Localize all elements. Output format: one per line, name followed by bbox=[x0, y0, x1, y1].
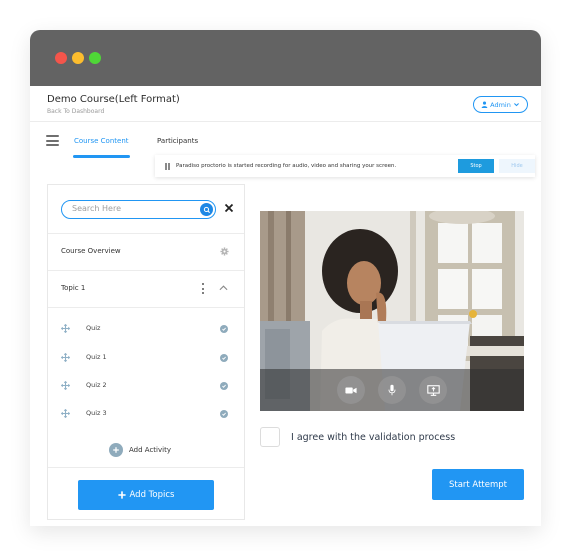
start-attempt-button[interactable]: Start Attempt bbox=[432, 469, 524, 500]
move-icon[interactable] bbox=[61, 409, 70, 418]
pause-icon bbox=[165, 162, 170, 170]
chevron-down-icon bbox=[513, 103, 519, 107]
kebab-menu-icon[interactable] bbox=[201, 283, 204, 294]
recording-notice: Paradiso proctorio is started recording … bbox=[155, 155, 535, 177]
admin-menu-button[interactable]: Admin bbox=[473, 96, 528, 113]
activity-item[interactable]: Quiz 3 bbox=[48, 404, 244, 424]
back-to-dashboard-link[interactable]: Back To Dashboard bbox=[47, 108, 104, 115]
add-topics-label: Add Topics bbox=[129, 490, 175, 500]
activity-item[interactable]: Quiz 2 bbox=[48, 376, 244, 396]
screen-share-button[interactable] bbox=[419, 376, 447, 404]
close-window-button[interactable] bbox=[55, 52, 67, 64]
add-activity-label: Add Activity bbox=[129, 446, 171, 454]
stop-recording-button[interactable]: Stop bbox=[458, 159, 494, 173]
activity-label: Quiz 3 bbox=[86, 409, 107, 417]
move-icon[interactable] bbox=[61, 353, 70, 362]
camera-button[interactable] bbox=[337, 376, 365, 404]
activity-label: Quiz 2 bbox=[86, 381, 107, 389]
window-titlebar bbox=[30, 30, 541, 86]
move-icon[interactable] bbox=[61, 324, 70, 333]
webcam-preview bbox=[260, 211, 524, 411]
activity-item[interactable]: Quiz 1 bbox=[48, 348, 244, 368]
video-controls-bar bbox=[260, 369, 524, 411]
course-nav: Course Content Participants bbox=[30, 123, 541, 159]
maximize-window-button[interactable] bbox=[89, 52, 101, 64]
tab-participants[interactable]: Participants bbox=[157, 137, 198, 145]
course-sidebar: Course Overview Topic 1 Quiz Quiz 1 bbox=[47, 184, 245, 520]
plus-circle-icon bbox=[109, 443, 123, 457]
activity-item[interactable]: Quiz bbox=[48, 319, 244, 339]
notice-text: Paradiso proctorio is started recording … bbox=[176, 163, 397, 169]
completed-check-icon bbox=[220, 354, 228, 362]
search-input[interactable] bbox=[72, 204, 192, 213]
agree-checkbox[interactable] bbox=[260, 427, 280, 447]
camera-icon bbox=[345, 387, 357, 393]
user-icon bbox=[481, 101, 488, 108]
agree-label: I agree with the validation process bbox=[291, 431, 456, 443]
plus-icon bbox=[117, 491, 126, 499]
hamburger-icon[interactable] bbox=[46, 135, 59, 146]
completed-check-icon bbox=[220, 325, 228, 333]
microphone-button[interactable] bbox=[378, 376, 406, 404]
course-overview-item[interactable]: Course Overview bbox=[48, 233, 244, 270]
course-header: Demo Course(Left Format) Back To Dashboa… bbox=[30, 86, 541, 122]
topic-item[interactable]: Topic 1 bbox=[48, 270, 244, 307]
page-title: Demo Course(Left Format) bbox=[47, 94, 180, 105]
activity-label: Quiz 1 bbox=[86, 353, 107, 361]
microphone-icon bbox=[388, 384, 396, 396]
search-box bbox=[61, 200, 216, 219]
screen-share-icon bbox=[426, 384, 440, 396]
chevron-up-icon[interactable] bbox=[219, 285, 228, 291]
move-icon[interactable] bbox=[61, 381, 70, 390]
topic-label: Topic 1 bbox=[61, 284, 86, 292]
close-icon[interactable] bbox=[224, 203, 234, 213]
gear-icon[interactable] bbox=[220, 247, 229, 256]
completed-check-icon bbox=[220, 410, 228, 418]
browser-window: Demo Course(Left Format) Back To Dashboa… bbox=[30, 30, 541, 526]
add-activity-button[interactable]: Add Activity bbox=[109, 443, 171, 457]
add-topics-button[interactable]: Add Topics bbox=[78, 480, 214, 510]
completed-check-icon bbox=[220, 382, 228, 390]
minimize-window-button[interactable] bbox=[72, 52, 84, 64]
agreement-row: I agree with the validation process bbox=[260, 427, 455, 447]
activity-label: Quiz bbox=[86, 324, 101, 332]
course-overview-label: Course Overview bbox=[61, 247, 121, 255]
hide-notice-button[interactable]: Hide bbox=[499, 159, 535, 173]
tab-course-content[interactable]: Course Content bbox=[73, 137, 130, 158]
admin-label: Admin bbox=[490, 100, 511, 109]
add-topics-section: Add Topics bbox=[48, 467, 244, 519]
search-icon[interactable] bbox=[200, 203, 213, 216]
